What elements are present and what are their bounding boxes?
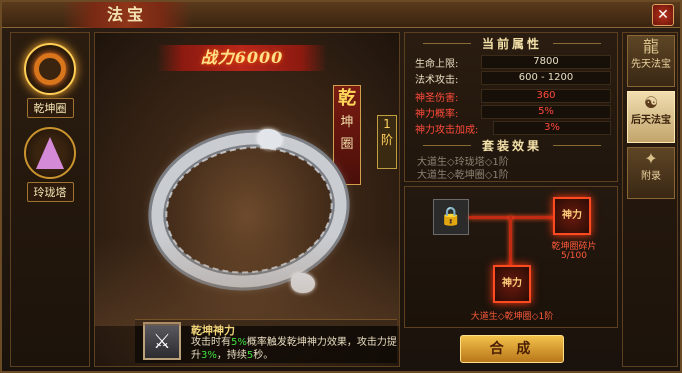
set-effect-line: 大道生◇乾坤圈◇1阶: [417, 170, 509, 181]
title-bar: 法宝 ✕: [2, 2, 680, 28]
attr-row: 神力攻击加成: 3%: [415, 121, 611, 136]
skill-desc-text: ，持续: [216, 350, 247, 361]
attr-key: 法术攻击:: [415, 75, 459, 86]
artifact-showcase: 战力6000 乾 坤 圈 1 阶 ⚔ 乾坤神力 攻击时有5%概率触发乾坤神力效果…: [94, 32, 400, 367]
skill-desc-highlight: 5%: [231, 337, 247, 348]
category-tabs: 龍 先天法宝 ☯ 后天法宝 ✦ 附录: [622, 32, 678, 367]
tab-innate-artifact[interactable]: 龍 先天法宝: [627, 35, 675, 87]
skill-desc-highlight: 3%: [201, 350, 217, 361]
tab-acquired-artifact[interactable]: ☯ 后天法宝: [627, 91, 675, 143]
tier-char: 1: [383, 117, 391, 131]
artifact-item-qiankunquan[interactable]: 乾坤圈: [17, 43, 83, 123]
tab-label: 先天法宝: [631, 59, 671, 70]
artifact-item-label: 乾坤圈: [26, 98, 74, 118]
scroll-icon: ✦: [644, 149, 658, 168]
attr-row: 法术攻击: 600 - 1200: [415, 71, 611, 86]
attr-value: 3%: [493, 121, 611, 135]
skill-desc-text: 秒。: [253, 350, 274, 361]
attr-row: 生命上限: 7800: [415, 55, 611, 70]
attribute-panel: 当前属性 生命上限: 7800 法术攻击: 600 - 1200 神圣伤害: 3…: [404, 32, 618, 182]
yinyang-icon: ☯: [643, 93, 659, 112]
dragon-head-icon: [258, 129, 282, 149]
artifact-name-tag: 乾 坤 圈: [333, 85, 361, 185]
artifact-orb: [24, 127, 76, 179]
close-button[interactable]: ✕: [652, 4, 674, 26]
artifact-item-label: 玲珑塔: [26, 182, 74, 202]
dragon-head-icon: [291, 273, 315, 293]
target-artifact-label: 大道生◇乾坤圈◇1阶: [470, 312, 554, 322]
tower-icon: [36, 137, 64, 169]
tier-char: 阶: [380, 133, 393, 147]
attr-key: 神力概率:: [415, 109, 459, 120]
combat-power-banner: 战力6000: [157, 45, 327, 71]
artifact-item-linglongta[interactable]: 玲珑塔: [17, 127, 83, 207]
skill-sword-icon[interactable]: ⚔: [143, 322, 181, 360]
name-char: 圈: [340, 137, 354, 152]
shard-count: 5/100: [561, 251, 587, 261]
compose-button[interactable]: 合 成: [460, 335, 564, 363]
artifact-orb: [24, 43, 76, 95]
attr-row: 神圣伤害: 360: [415, 89, 611, 104]
name-char: 坤: [340, 115, 354, 130]
attr-key: 生命上限:: [415, 59, 459, 70]
set-effect-heading: 套装效果: [405, 137, 619, 153]
craft-connector: [469, 216, 555, 219]
tier-tag: 1 阶: [377, 115, 397, 169]
tab-label: 附录: [641, 171, 661, 182]
artifact-window: 法宝 ✕ 乾坤圈 玲珑塔 战力6000 乾 坤 圈 1 阶 ⚔ 乾坤神力 攻击时…: [0, 0, 682, 373]
target-artifact-slot[interactable]: 神力: [493, 265, 531, 303]
tab-label: 后天法宝: [631, 115, 671, 126]
tab-appendix[interactable]: ✦ 附录: [627, 147, 675, 199]
combat-power-text: 战力6000: [200, 48, 284, 67]
attr-value: 360: [481, 89, 611, 103]
ring-icon: [34, 53, 66, 85]
current-attrs-heading: 当前属性: [405, 35, 619, 51]
shard-slot[interactable]: 神力: [553, 197, 591, 235]
name-char: 乾: [338, 88, 356, 109]
attr-value: 600 - 1200: [481, 71, 611, 85]
attr-key: 神力攻击加成:: [415, 125, 479, 136]
craft-panel: 🔒 神力 乾坤圈碎片 5/100 神力 大道生◇乾坤圈◇1阶: [404, 186, 618, 328]
attr-value: 7800: [481, 55, 611, 69]
window-title: 法宝: [106, 5, 147, 24]
attr-row: 神力概率: 5%: [415, 105, 611, 120]
title-plate: 法宝: [62, 2, 192, 28]
skill-description: 攻击时有5%概率触发乾坤神力效果，攻击力提升3%，持续5秒。: [191, 336, 397, 362]
lock-icon[interactable]: 🔒: [433, 199, 469, 235]
attr-value: 5%: [481, 105, 611, 119]
skill-panel: ⚔ 乾坤神力 攻击时有5%概率触发乾坤神力效果，攻击力提升3%，持续5秒。: [135, 319, 397, 363]
attr-key: 神圣伤害:: [415, 93, 459, 104]
craft-connector: [509, 216, 512, 268]
artifact-list: 乾坤圈 玲珑塔: [10, 32, 90, 367]
skill-desc-text: 攻击时有: [191, 337, 231, 348]
dragon-icon: 龍: [642, 37, 659, 56]
